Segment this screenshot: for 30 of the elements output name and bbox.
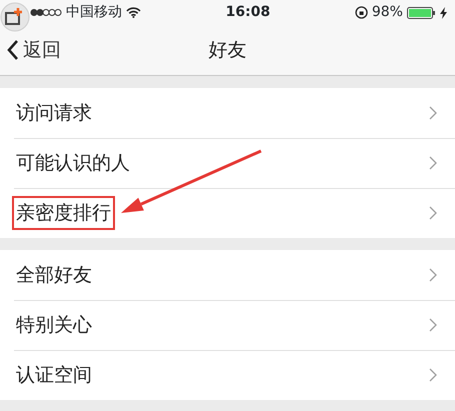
back-chevron-icon <box>6 39 19 61</box>
clock-time: 16:08 <box>226 3 270 22</box>
item-label: 全部好友 <box>15 262 93 288</box>
rotation-lock-icon <box>354 6 368 19</box>
list-item[interactable]: 访问请求 <box>0 88 455 138</box>
assistive-touch-icon[interactable] <box>0 2 30 32</box>
battery-percent: 98% <box>372 3 403 22</box>
list-item[interactable]: 亲密度排行 <box>0 188 455 238</box>
list-item[interactable]: 特别关心 <box>0 300 455 350</box>
list-item[interactable]: 认证空间 <box>0 350 455 400</box>
chevron-right-icon <box>429 268 437 282</box>
chevron-right-icon <box>429 318 437 332</box>
wifi-icon <box>126 7 141 18</box>
list-item[interactable]: 可能认识的人 <box>0 138 455 188</box>
item-label: 亲密度排行 <box>14 198 113 228</box>
carrier-name: 中国移动 <box>66 3 122 22</box>
back-button[interactable]: 返回 <box>0 36 61 64</box>
list-item[interactable]: 全部好友 <box>0 250 455 300</box>
page-title: 好友 <box>208 38 246 63</box>
item-label: 认证空间 <box>15 362 93 388</box>
charging-icon <box>440 6 447 18</box>
chevron-right-icon <box>429 156 437 170</box>
item-label: 可能认识的人 <box>15 150 131 176</box>
chevron-right-icon <box>429 106 437 120</box>
battery-icon <box>406 6 436 18</box>
item-label: 访问请求 <box>15 100 93 126</box>
chevron-right-icon <box>429 206 437 220</box>
chevron-right-icon <box>429 368 437 382</box>
signal-icon <box>30 8 62 17</box>
item-label: 特别关心 <box>15 312 93 338</box>
